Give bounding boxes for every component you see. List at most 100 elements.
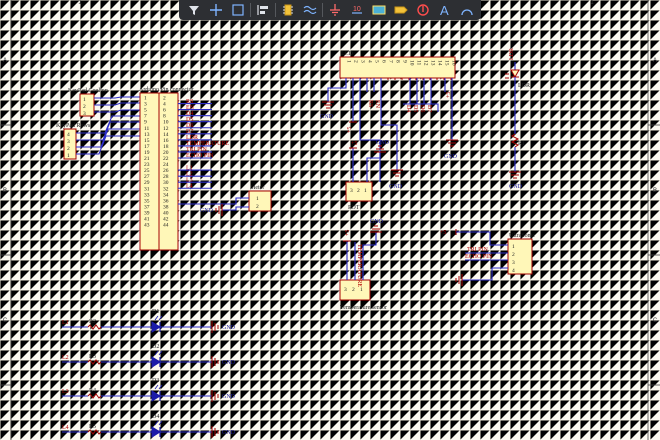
lcd-net-d7: D7 [426,105,432,112]
zone-label-right-c: C [653,318,658,324]
lcd-pin-number: 13 [430,60,436,66]
schematic-canvas[interactable]: A B C A B C 1 1 KeyPad Coulmn 1 2 3 KeyP… [0,0,660,440]
arduino-net-label: ECHO PIN [186,153,214,159]
ultrasonic-net-echo: ECHO PIN [465,254,493,260]
temp-vcc-label: +5 [345,230,351,236]
pot-pin: 1 [364,188,367,194]
pot-vcc-label: +5 [351,141,357,147]
crosshair-tool-button[interactable] [206,1,226,19]
ldr-designator: LDR [518,83,530,89]
ultrasonic-pin: 1 [512,244,515,250]
lcd-pin-number: 3 [360,60,366,63]
harness-tool-button[interactable] [369,1,389,19]
lcd-net-rs: RS [367,100,373,107]
lcd-pin-number: 2 [353,60,359,63]
no-erc-tool-button[interactable] [413,1,433,19]
net-label-tool-button[interactable]: 10 [347,1,367,19]
led-gnd-label: GND [222,325,236,331]
keypad-row-pin: 4 [67,132,70,138]
crosshair-icon [209,3,223,17]
ldr-gnd-label: GND [509,184,523,190]
lcd-title: LCD [341,51,354,57]
keypad-col-pin: 3 [83,111,86,117]
sheet-grid [0,0,660,440]
ultrasonic-pin: 2 [512,252,515,258]
meter-pin: 1 [256,196,259,202]
rectangle-select-icon [231,3,245,17]
keypad-columns-title: KeyPad Coulmn [68,88,108,94]
zone-label-left-c: C [3,318,8,324]
port-icon [394,3,408,17]
keypad-col-pin: 1 [83,97,86,103]
arduino-pin-right: 44 [163,223,169,229]
arduino-net-label: L4 [186,183,193,189]
lcd-net-en: EN [374,100,380,109]
toolbar-separator [250,3,251,17]
led-net-label: L4 [62,425,69,431]
no-erc-icon [416,3,430,17]
align-tool-button[interactable] [253,1,273,19]
pot-gnd-label: GND [376,140,390,146]
temp-pin: 1 [360,287,363,293]
lcd-pin-number: 16 [451,60,457,66]
zone-label-right-a: A [653,58,657,64]
pot-pin: 3 [350,188,353,194]
keypad-row-pin: 3 [67,139,70,145]
net-label-icon: 10 [350,3,364,17]
filter-tool-button[interactable] [184,1,204,19]
ultrasonic-net-tri: TRI PIN [467,247,489,253]
svg-text:10: 10 [353,6,361,13]
port-tool-button[interactable] [391,1,411,19]
lcd-pin-number: 5 [374,60,380,63]
led-resistor-label: R4 [89,388,96,394]
arc-tool-button[interactable] [457,1,477,19]
temp-pin: 2 [352,287,355,293]
temp-sensor-title: Temperature sensor [340,305,387,311]
toolbar-separator [322,3,323,17]
led-gnd-label: GND [222,360,236,366]
led-net-label: L2 [62,355,69,361]
lcd-vcc2-label: +5 [446,92,452,98]
temp-net-label: TEMPERATURE [356,244,362,287]
schematic-toolbar: 10 A [179,0,481,20]
led-net-label: L1 [62,320,69,326]
led-diode-label: D4 [152,414,159,420]
lcd-net-d4: D4 [405,105,411,112]
led-diode-label: D3 [152,378,159,384]
power-port-tool-button[interactable] [325,1,345,19]
part-tool-button[interactable] [278,1,298,19]
lcd-net-d6: D6 [419,105,425,112]
led-gnd-label: GND [222,430,236,436]
power-port-icon [328,3,342,17]
text-tool-button[interactable]: A [435,1,455,19]
led-net-label: L3 [62,389,69,395]
led-resistor-label: R2 [89,319,96,325]
lcd-pin-number: 1 [346,60,352,63]
lcd-pin-number: 15 [444,60,450,66]
lcd-pin-number: 14 [437,60,443,66]
ultrasonic-title: UltraSonic [509,233,535,239]
led-resistor-label: R3 [89,354,96,360]
pot-pin: 2 [357,188,360,194]
wire-tool-button[interactable] [300,1,320,19]
ultrasonic-pin: 3 [512,260,515,266]
temp-gnd-label: GND [370,219,384,225]
lcd-net-d5: D5 [412,105,418,112]
zone-label-left-a: A [3,58,7,64]
lcd-pin-number: 4 [367,60,373,63]
led-diode-label: D1 [152,309,159,315]
led-diode-label: D2 [152,344,159,350]
text-icon: A [438,3,452,17]
ultrasonic-pin: 4 [512,268,515,274]
rectangle-select-tool-button[interactable] [228,1,248,19]
schematic-editor: A B C A B C 1 1 KeyPad Coulmn 1 2 3 KeyP… [0,0,660,440]
meter-pin: 2 [256,204,259,210]
part-icon [281,3,295,17]
arduino-pin-left: 43 [144,223,150,229]
keypad-col-pin: 2 [83,104,86,110]
arduino-title: Arduino Pin connector [139,87,194,93]
lcd-pin-number: 8 [395,60,401,63]
lcd-pin-number: 9 [402,60,408,63]
toolbar-separator [275,3,276,17]
led-resistor-label: R5 [89,424,96,430]
